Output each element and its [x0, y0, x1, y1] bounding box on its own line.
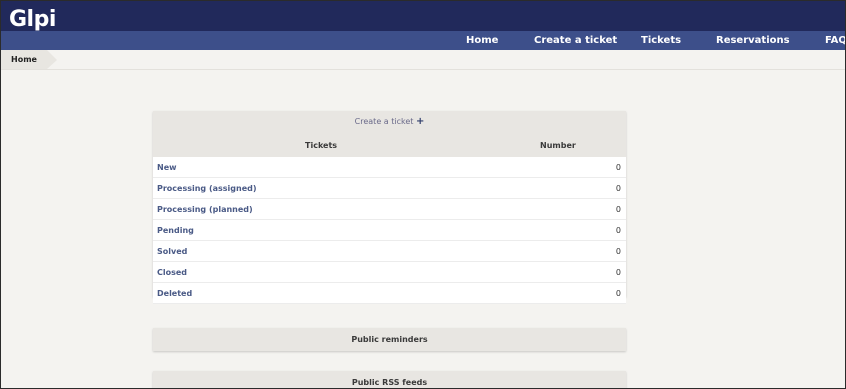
- top-bar: Glpi Home Create a ticket Tickets Reserv…: [1, 1, 845, 50]
- public-reminders-title[interactable]: Public reminders: [153, 328, 626, 351]
- row-count: 0: [615, 205, 621, 214]
- nav-item-faq[interactable]: FAQ: [825, 32, 845, 50]
- table-row[interactable]: Deleted 0: [153, 283, 626, 304]
- table-row[interactable]: Pending 0: [153, 220, 626, 241]
- create-ticket-link[interactable]: Create a ticket: [355, 117, 414, 126]
- row-label[interactable]: Processing (assigned): [157, 184, 257, 193]
- breadcrumb: Home: [1, 50, 845, 70]
- tickets-table-header: Tickets Number: [153, 139, 626, 155]
- row-count: 0: [615, 289, 621, 298]
- logo-text: Glpi: [9, 7, 56, 32]
- nav-item-reservations[interactable]: Reservations: [716, 32, 790, 50]
- column-header-tickets: Tickets: [305, 141, 338, 150]
- table-row[interactable]: Solved 0: [153, 241, 626, 262]
- tickets-table-body: New 0 Processing (assigned) 0 Processing (…: [153, 157, 626, 304]
- header-band: [1, 1, 845, 31]
- row-label[interactable]: Deleted: [157, 289, 192, 298]
- table-row[interactable]: Closed 0: [153, 262, 626, 283]
- row-count: 0: [615, 247, 621, 256]
- page-frame: Glpi Home Create a ticket Tickets Reserv…: [0, 0, 846, 389]
- row-count: 0: [615, 184, 621, 193]
- glpi-logo[interactable]: Glpi: [9, 5, 56, 35]
- row-label[interactable]: Solved: [157, 247, 187, 256]
- table-row[interactable]: Processing (assigned) 0: [153, 178, 626, 199]
- row-label[interactable]: Pending: [157, 226, 194, 235]
- table-row[interactable]: New 0: [153, 157, 626, 178]
- tickets-panel-header: Create a ticket +: [153, 111, 626, 133]
- table-row[interactable]: Processing (planned) 0: [153, 199, 626, 220]
- public-rss-title[interactable]: Public RSS feeds: [153, 371, 626, 388]
- row-label[interactable]: Closed: [157, 268, 187, 277]
- breadcrumb-home[interactable]: Home: [1, 50, 57, 69]
- row-count: 0: [615, 268, 621, 277]
- nav-item-home[interactable]: Home: [466, 32, 498, 50]
- nav-item-tickets[interactable]: Tickets: [641, 32, 681, 50]
- row-count: 0: [615, 163, 621, 172]
- nav-item-create-ticket[interactable]: Create a ticket: [534, 32, 617, 50]
- column-header-number: Number: [540, 141, 576, 150]
- public-reminders-panel: Public reminders: [153, 328, 626, 351]
- public-rss-panel: Public RSS feeds: [153, 371, 626, 388]
- row-label[interactable]: Processing (planned): [157, 205, 253, 214]
- row-label[interactable]: New: [157, 163, 177, 172]
- tickets-panel: Create a ticket + Tickets Number New 0 Pr…: [153, 111, 626, 304]
- plus-icon[interactable]: +: [416, 116, 424, 127]
- row-count: 0: [615, 226, 621, 235]
